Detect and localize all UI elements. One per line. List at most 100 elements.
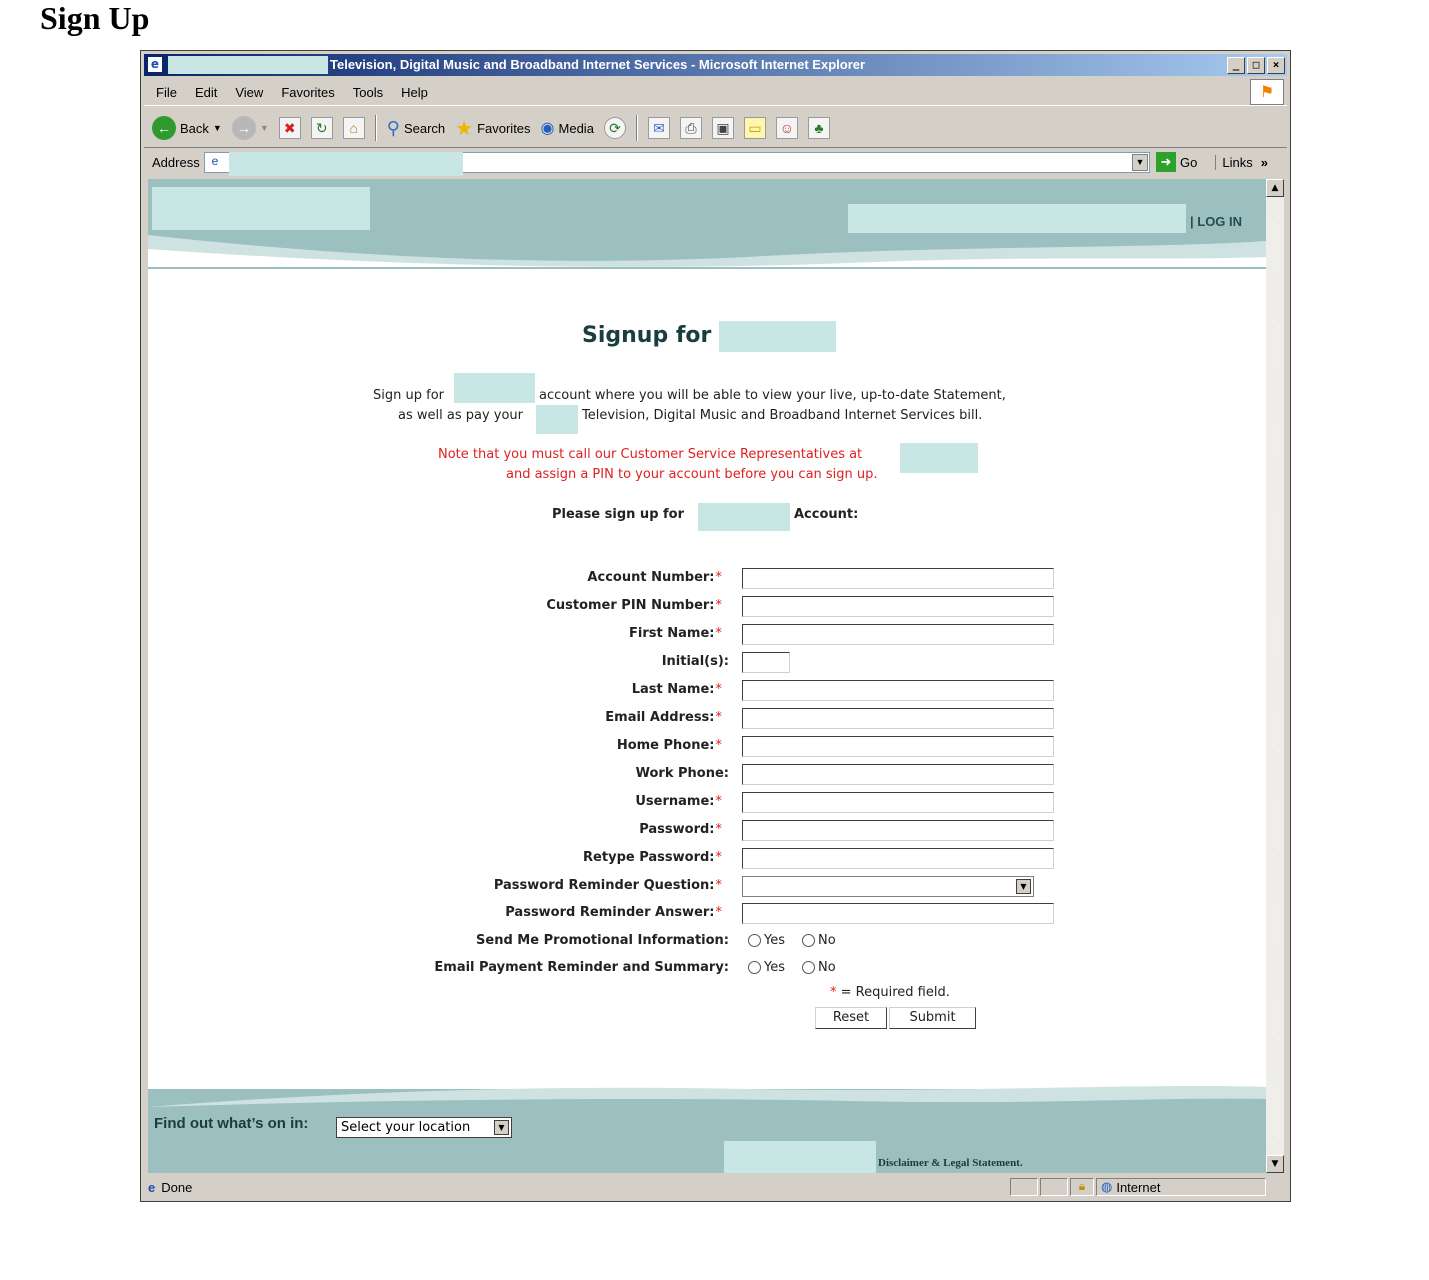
- note-line2: and assign a PIN to your account before …: [506, 467, 878, 482]
- username-row: Username:*: [148, 792, 1266, 814]
- go-button[interactable]: ➜ Go: [1156, 152, 1197, 172]
- last-name-row: Last Name:*: [148, 680, 1266, 702]
- redacted-block: [698, 503, 790, 531]
- disclaimer-link[interactable]: Disclaimer & Legal Statement.: [878, 1157, 1023, 1169]
- links-button[interactable]: Links: [1215, 154, 1253, 170]
- dropdown-arrow-icon: ▼: [212, 123, 222, 133]
- radio-circle-icon: [748, 934, 761, 947]
- note-line1: Note that you must call our Customer Ser…: [438, 447, 863, 462]
- redacted-block: [454, 373, 535, 403]
- account-number-input[interactable]: [742, 568, 1054, 589]
- vertical-scrollbar[interactable]: ▲ ▼: [1266, 179, 1284, 1173]
- contacts-icon[interactable]: ♣: [807, 117, 830, 139]
- customer-pin-input[interactable]: [742, 596, 1054, 617]
- stop-icon[interactable]: ✖: [278, 117, 301, 139]
- reminder-question-label: Password Reminder Question:*: [493, 878, 722, 893]
- media-icon: ◉: [540, 120, 555, 137]
- go-label: Go: [1180, 154, 1198, 170]
- account-number-row: Account Number:*: [148, 568, 1266, 590]
- search-button[interactable]: ⚲ Search: [387, 118, 445, 139]
- minimize-button[interactable]: _: [1227, 57, 1245, 74]
- email-input[interactable]: [742, 708, 1054, 729]
- address-label: Address: [152, 154, 200, 170]
- history-icon[interactable]: ⟳: [603, 117, 626, 139]
- retype-password-input[interactable]: [742, 848, 1054, 869]
- no-label: No: [818, 960, 836, 975]
- refresh-icon[interactable]: ↻: [310, 117, 333, 139]
- payment-reminder-yes-radio[interactable]: Yes: [748, 960, 785, 975]
- search-label: Search: [403, 120, 446, 136]
- menu-file[interactable]: File: [156, 85, 177, 100]
- status-text: e Done: [144, 1180, 1010, 1195]
- reminder-answer-input[interactable]: [742, 903, 1054, 924]
- payment-reminder-row: Email Payment Reminder and Summary: Yes …: [148, 958, 1266, 980]
- password-input[interactable]: [742, 820, 1054, 841]
- status-cell: [1010, 1178, 1038, 1196]
- scroll-up-button[interactable]: ▲: [1266, 179, 1284, 197]
- email-row: Email Address:*: [148, 708, 1266, 730]
- redacted-block: [900, 443, 978, 473]
- chevron-right-icon[interactable]: »: [1261, 155, 1268, 170]
- home-icon[interactable]: ⌂: [342, 117, 365, 139]
- location-select[interactable]: Select your location ▼: [336, 1117, 512, 1138]
- reset-button[interactable]: Reset: [815, 1007, 887, 1029]
- print-icon[interactable]: ⎙: [679, 117, 702, 139]
- retype-password-label: Retype Password:*: [583, 850, 722, 865]
- required-field-note: * = Required field.: [830, 985, 950, 1000]
- home-phone-input[interactable]: [742, 736, 1054, 757]
- promo-yes-radio[interactable]: Yes: [748, 933, 785, 948]
- forward-button[interactable]: → ▼: [231, 116, 269, 140]
- maximize-button[interactable]: □: [1247, 57, 1265, 74]
- menu-help[interactable]: Help: [401, 85, 428, 100]
- toolbar: ← Back ▼ → ▼ ✖ ↻ ⌂ ⚲ Search ★ Favorites …: [144, 109, 1287, 148]
- header-nav[interactable]: [848, 204, 1186, 233]
- submit-button[interactable]: Submit: [889, 1007, 976, 1029]
- first-name-input[interactable]: [742, 624, 1054, 645]
- status-label: Done: [161, 1179, 193, 1195]
- work-phone-input[interactable]: [742, 764, 1054, 785]
- work-phone-label: Work Phone:: [635, 766, 729, 781]
- account-number-label: Account Number:*: [587, 570, 722, 585]
- menu-tools[interactable]: Tools: [353, 85, 383, 100]
- promo-no-radio[interactable]: No: [802, 933, 836, 948]
- chevron-down-icon: ▼: [494, 1120, 509, 1135]
- password-label: Password:*: [639, 822, 722, 837]
- address-input[interactable]: e ▼: [204, 151, 1150, 176]
- reminder-question-select[interactable]: ▼: [742, 876, 1034, 897]
- back-button[interactable]: ← Back ▼: [152, 116, 222, 140]
- menu-edit[interactable]: Edit: [195, 85, 217, 100]
- work-phone-row: Work Phone:: [148, 764, 1266, 786]
- windows-logo-icon: ⚑: [1250, 79, 1284, 105]
- radio-circle-icon: [748, 961, 761, 974]
- menu-bar: File Edit View Favorites Tools Help: [144, 79, 1287, 106]
- discuss-icon[interactable]: ▭: [743, 117, 766, 139]
- last-name-input[interactable]: [742, 680, 1054, 701]
- edit-icon[interactable]: ▣: [711, 117, 734, 139]
- promo-row: Send Me Promotional Information: Yes No: [148, 931, 1266, 953]
- menu-view[interactable]: View: [235, 85, 263, 100]
- ie-icon: e: [148, 57, 162, 72]
- last-name-label: Last Name:*: [631, 682, 722, 697]
- payment-reminder-label: Email Payment Reminder and Summary:: [434, 960, 729, 975]
- mail-icon[interactable]: ✉: [647, 117, 670, 139]
- window-title: Television, Digital Music and Broadband …: [330, 57, 866, 72]
- search-icon: ⚲: [386, 117, 400, 138]
- initials-input[interactable]: [742, 652, 790, 673]
- title-bar: e Television, Digital Music and Broadban…: [144, 54, 1287, 76]
- retype-password-row: Retype Password:*: [148, 848, 1266, 870]
- close-button[interactable]: ×: [1267, 57, 1285, 74]
- scroll-down-button[interactable]: ▼: [1266, 1155, 1284, 1173]
- address-dropdown-button[interactable]: ▼: [1132, 153, 1148, 171]
- login-link[interactable]: | LOG IN: [1190, 214, 1242, 229]
- media-button[interactable]: ◉ Media: [541, 118, 594, 138]
- messenger-icon[interactable]: ☺: [775, 117, 798, 139]
- initials-label: Initial(s):: [661, 654, 729, 669]
- username-input[interactable]: [742, 792, 1054, 813]
- favorites-button[interactable]: ★ Favorites: [455, 116, 530, 141]
- site-logo[interactable]: [152, 187, 370, 230]
- menu-favorites[interactable]: Favorites: [281, 85, 334, 100]
- payment-reminder-no-radio[interactable]: No: [802, 960, 836, 975]
- please-sign-up-label: Please sign up for: [552, 507, 685, 522]
- redacted-block: [724, 1141, 876, 1173]
- intro-line2-a: as well as pay your: [398, 408, 524, 423]
